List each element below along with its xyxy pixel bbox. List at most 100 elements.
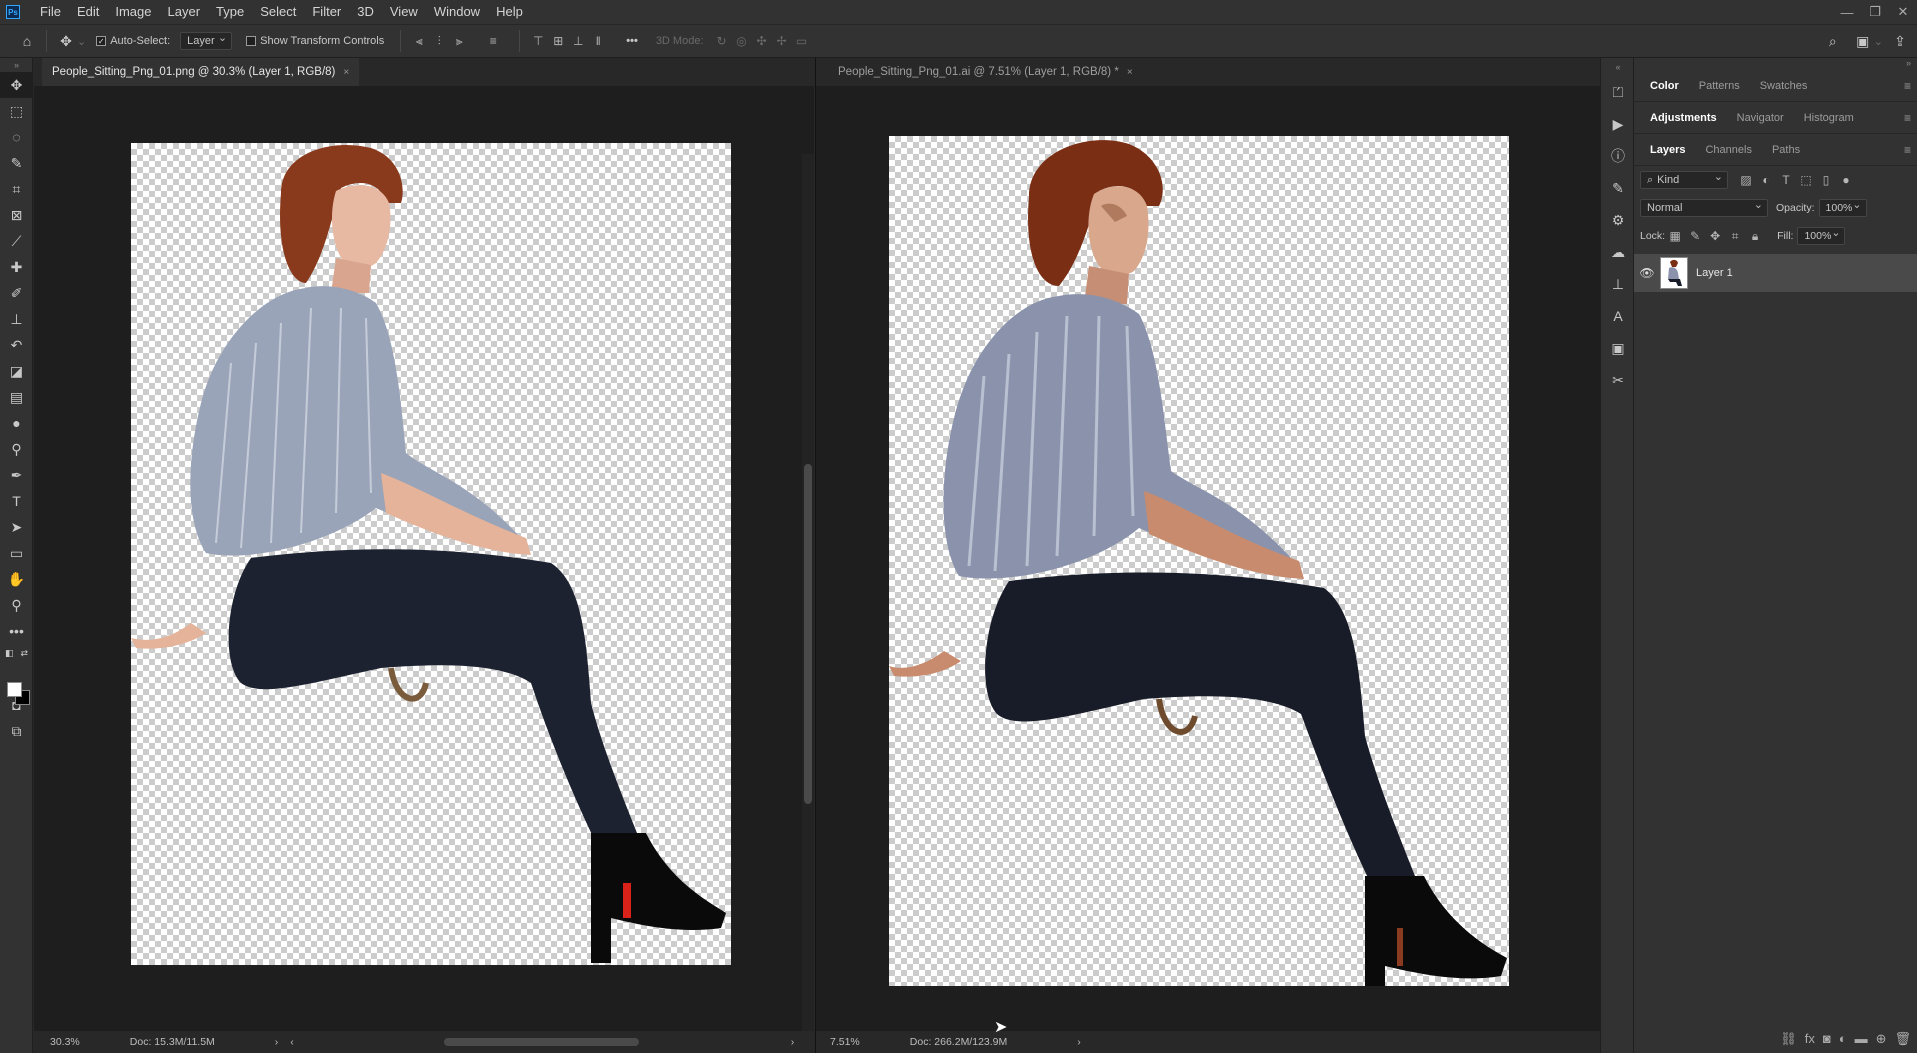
align-left-icon[interactable]: ⫷ bbox=[409, 30, 429, 52]
tab-paths[interactable]: Paths bbox=[1762, 134, 1810, 166]
fill-field[interactable]: 100% bbox=[1797, 226, 1846, 245]
minimize-button[interactable]: — bbox=[1833, 0, 1861, 24]
status-menu-arrow-icon[interactable]: › bbox=[275, 1036, 279, 1048]
workspace-dropdown-arrow-icon[interactable]: ⌄ bbox=[1874, 35, 1883, 48]
edit-toolbar-icon[interactable]: ••• bbox=[0, 618, 33, 644]
auto-select-target-dropdown[interactable]: Layer bbox=[180, 31, 233, 50]
layer-row[interactable]: 👁︎ Layer 1 bbox=[1634, 254, 1917, 292]
filter-adjustment-icon[interactable]: ◐ bbox=[1756, 169, 1776, 191]
tab-patterns[interactable]: Patterns bbox=[1689, 70, 1750, 102]
more-options-button[interactable]: ••• bbox=[626, 35, 638, 47]
menu-image[interactable]: Image bbox=[107, 0, 159, 24]
filter-type-icon[interactable]: T bbox=[1776, 169, 1796, 191]
opacity-field[interactable]: 100% bbox=[1818, 198, 1867, 217]
new-group-icon[interactable]: ▬ bbox=[1855, 1031, 1868, 1047]
hand-tool-icon[interactable]: ✋ bbox=[0, 566, 33, 592]
menu-file[interactable]: File bbox=[32, 0, 69, 24]
align-top-icon[interactable]: ⊤ bbox=[528, 30, 548, 52]
canvas-image[interactable] bbox=[889, 136, 1509, 986]
blur-tool-icon[interactable]: ● bbox=[0, 410, 33, 436]
slide-3d-icon[interactable]: ✢ bbox=[772, 30, 792, 52]
zoom-level[interactable]: 7.51% bbox=[830, 1036, 860, 1048]
scrollbar-thumb[interactable] bbox=[804, 464, 812, 804]
type-tool-icon[interactable]: T bbox=[0, 488, 33, 514]
lasso-tool-icon[interactable]: ◌ bbox=[0, 124, 33, 150]
panel-menu-icon[interactable]: ≡ bbox=[1904, 111, 1911, 125]
menu-edit[interactable]: Edit bbox=[69, 0, 107, 24]
distribute-horizontal-icon[interactable]: ‖ bbox=[588, 30, 608, 52]
lock-artboard-icon[interactable]: ⌗ bbox=[1725, 225, 1745, 247]
delete-layer-icon[interactable]: 🗑︎ bbox=[1894, 1031, 1911, 1047]
healing-brush-tool-icon[interactable]: ✚ bbox=[0, 254, 33, 280]
dodge-tool-icon[interactable]: ⚲ bbox=[0, 436, 33, 462]
blend-mode-dropdown[interactable]: Normal bbox=[1640, 198, 1768, 217]
panel-menu-icon[interactable]: ≡ bbox=[1904, 79, 1911, 93]
tool-presets-icon[interactable]: ✂ bbox=[1601, 364, 1635, 396]
quick-selection-tool-icon[interactable]: ✎ bbox=[0, 150, 33, 176]
layer-filter-kind-dropdown[interactable]: ⌕ Kind bbox=[1640, 170, 1728, 189]
home-icon[interactable]: ⌂ bbox=[16, 30, 38, 52]
pen-tool-icon[interactable]: ✒ bbox=[0, 462, 33, 488]
status-menu-arrow-icon[interactable]: › bbox=[1077, 1036, 1081, 1048]
lock-all-icon[interactable]: 🔒︎ bbox=[1745, 225, 1765, 247]
tab-color[interactable]: Color bbox=[1640, 70, 1689, 102]
scroll-left-icon[interactable]: ‹ bbox=[290, 1036, 294, 1048]
drag-3d-icon[interactable]: ✣ bbox=[752, 30, 772, 52]
gradient-tool-icon[interactable]: ▤ bbox=[0, 384, 33, 410]
restore-button[interactable]: ❐ bbox=[1861, 0, 1889, 24]
align-bottom-icon[interactable]: ⊥ bbox=[568, 30, 588, 52]
align-right-icon[interactable]: ⫸ bbox=[449, 30, 469, 52]
canvas-area[interactable] bbox=[816, 86, 1600, 1031]
filter-shape-icon[interactable]: ⬚ bbox=[1796, 169, 1816, 191]
menu-type[interactable]: Type bbox=[208, 0, 252, 24]
path-selection-tool-icon[interactable]: ➤ bbox=[0, 514, 33, 540]
share-icon[interactable]: ⇪ bbox=[1889, 30, 1911, 52]
collapse-panels-icon[interactable]: « bbox=[1601, 58, 1635, 76]
properties-panel-icon[interactable]: ⚙ bbox=[1601, 204, 1635, 236]
canvas-image[interactable] bbox=[131, 143, 731, 965]
menu-3d[interactable]: 3D bbox=[349, 0, 382, 24]
align-horizontal-center-icon[interactable]: ⫶ bbox=[429, 30, 449, 52]
video-camera-icon[interactable]: ▭ bbox=[792, 30, 812, 52]
brush-settings-icon[interactable]: ✎ bbox=[1601, 172, 1635, 204]
scroll-right-icon[interactable]: › bbox=[791, 1036, 795, 1048]
glyphs-panel-icon[interactable]: A bbox=[1601, 300, 1635, 332]
tab-layers[interactable]: Layers bbox=[1640, 134, 1695, 166]
rectangle-tool-icon[interactable]: ▭ bbox=[0, 540, 33, 566]
tab-histogram[interactable]: Histogram bbox=[1794, 102, 1864, 134]
preset-dropdown-arrow-icon[interactable]: ⌄ bbox=[77, 35, 86, 48]
frame-tool-icon[interactable]: ⊠ bbox=[0, 202, 33, 228]
link-layers-icon[interactable]: ⛓ bbox=[1780, 1031, 1797, 1047]
collapse-toolbar-icon[interactable]: » bbox=[0, 58, 33, 72]
show-transform-checkbox[interactable] bbox=[246, 36, 257, 46]
lock-image-icon[interactable]: ✎ bbox=[1685, 225, 1705, 247]
actions-panel-icon[interactable]: ▶ bbox=[1601, 108, 1635, 140]
collapse-dock-icon[interactable]: » bbox=[1634, 58, 1917, 70]
close-window-button[interactable]: ✕ bbox=[1889, 0, 1917, 24]
add-mask-icon[interactable]: ◙ bbox=[1823, 1031, 1831, 1047]
doc-tab-2[interactable]: People_Sitting_Png_01.ai @ 7.51% (Layer … bbox=[828, 58, 1143, 86]
filter-toggle-icon[interactable]: ● bbox=[1836, 169, 1856, 191]
auto-select-checkbox[interactable]: ✓ bbox=[96, 36, 107, 46]
canvas-area[interactable] bbox=[34, 86, 814, 1031]
doc-tab-1[interactable]: People_Sitting_Png_01.png @ 30.3% (Layer… bbox=[42, 58, 360, 86]
tab-channels[interactable]: Channels bbox=[1695, 134, 1761, 166]
zoom-level[interactable]: 30.3% bbox=[50, 1036, 80, 1048]
distribute-vertical-icon[interactable]: ≡ bbox=[483, 30, 503, 52]
panel-menu-icon[interactable]: ≡ bbox=[1904, 143, 1911, 157]
brushes-panel-icon[interactable]: ☁ bbox=[1601, 236, 1635, 268]
filter-smart-object-icon[interactable]: ▯ bbox=[1816, 169, 1836, 191]
foreground-color-swatch[interactable] bbox=[7, 682, 22, 697]
default-colors-icon[interactable]: ◧ ⇄ bbox=[0, 644, 33, 662]
layer-name[interactable]: Layer 1 bbox=[1696, 267, 1733, 279]
tab-adjustments[interactable]: Adjustments bbox=[1640, 102, 1727, 134]
layer-style-fx-icon[interactable]: fx bbox=[1805, 1031, 1815, 1047]
history-panel-icon[interactable]: ⏍ bbox=[1601, 76, 1635, 108]
search-icon[interactable]: ⌕ bbox=[1822, 30, 1844, 52]
swap-colors-icon[interactable]: ⇄ bbox=[20, 648, 28, 659]
roll-3d-icon[interactable]: ◎ bbox=[732, 30, 752, 52]
menu-layer[interactable]: Layer bbox=[160, 0, 209, 24]
vertical-scrollbar[interactable] bbox=[802, 154, 814, 1053]
clone-stamp-tool-icon[interactable]: ⊥ bbox=[0, 306, 33, 332]
crop-tool-icon[interactable]: ⌗ bbox=[0, 176, 33, 202]
